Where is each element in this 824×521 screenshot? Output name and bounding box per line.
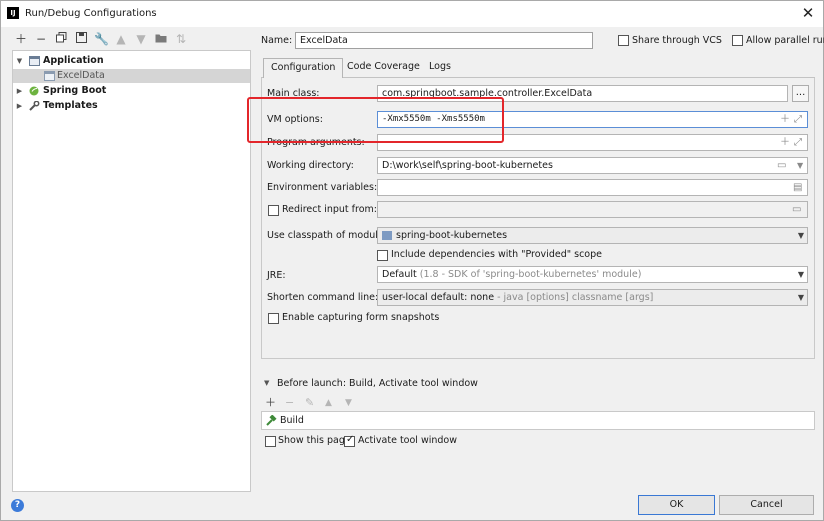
- collapsed-arrow-icon[interactable]: ▶: [15, 99, 24, 113]
- chevron-down-icon: ▼: [797, 270, 804, 279]
- activate-tool-window-label: Activate tool window: [358, 435, 458, 446]
- close-icon[interactable]: ✕: [799, 4, 817, 22]
- add-icon[interactable]: ＋: [780, 112, 790, 127]
- environment-variables-input[interactable]: [377, 179, 808, 196]
- expand-icon[interactable]: ⤢: [794, 112, 802, 127]
- allow-parallel-checkbox[interactable]: [732, 35, 743, 46]
- name-input[interactable]: ExcelData: [295, 32, 593, 49]
- chevron-down-icon[interactable]: ▼: [797, 158, 803, 173]
- capture-snapshots-checkbox[interactable]: [268, 313, 279, 324]
- capture-snapshots-label: Enable capturing form snapshots: [282, 312, 440, 323]
- tree-item-exceldata[interactable]: ExcelData: [13, 69, 250, 83]
- folder-icon[interactable]: [154, 32, 168, 46]
- highlight-box: [247, 97, 504, 143]
- expanded-arrow-icon[interactable]: ▼: [264, 379, 269, 387]
- move-down-icon[interactable]: ▼: [134, 32, 148, 46]
- redirect-input-label: Redirect input from:: [282, 204, 377, 215]
- tree-item-label: ExcelData: [57, 70, 105, 81]
- chevron-down-icon: ▼: [797, 293, 804, 302]
- expand-icon[interactable]: ⤢: [794, 135, 802, 150]
- working-directory-label: Working directory:: [267, 160, 354, 171]
- move-down-icon[interactable]: ▼: [345, 397, 352, 409]
- browse-main-class-button[interactable]: ...: [792, 85, 809, 102]
- tree-item-label: Application: [43, 55, 104, 66]
- jre-label: JRE:: [267, 270, 286, 281]
- classpath-value: spring-boot-kubernetes: [396, 230, 508, 241]
- tree-item-label: Templates: [43, 100, 98, 111]
- environment-variables-label: Environment variables:: [267, 182, 378, 193]
- tab-configuration[interactable]: Configuration: [263, 58, 344, 78]
- jre-value: Default: [382, 269, 417, 280]
- wrench-icon[interactable]: 🔧: [94, 32, 109, 46]
- add-icon[interactable]: ＋: [265, 397, 276, 409]
- shorten-hint: - java [options] classname [args]: [497, 292, 654, 303]
- show-page-checkbox[interactable]: [265, 436, 276, 447]
- cancel-button[interactable]: Cancel: [719, 495, 814, 515]
- sort-icon[interactable]: ⇅: [174, 32, 188, 46]
- tab-code-coverage[interactable]: Code Coverage: [340, 58, 427, 78]
- build-task-label[interactable]: Build: [280, 415, 304, 426]
- configuration-tree: ▼ Application ExcelData ▶ Spring Boot ▶ …: [12, 50, 251, 492]
- include-provided-checkbox[interactable]: [377, 250, 388, 261]
- shorten-command-select[interactable]: user-local default: none - java [options…: [377, 289, 808, 306]
- spring-boot-icon: [29, 86, 40, 96]
- tree-item-application[interactable]: ▼ Application: [13, 54, 250, 68]
- build-hammer-icon: [265, 414, 277, 426]
- jre-hint: (1.8 - SDK of 'spring-boot-kubernetes' m…: [419, 269, 642, 280]
- folder-icon[interactable]: ▭: [777, 158, 786, 173]
- help-icon[interactable]: ?: [11, 499, 24, 512]
- share-vcs-label: Share through VCS: [632, 35, 722, 46]
- add-icon[interactable]: ＋: [780, 135, 790, 150]
- ok-button[interactable]: OK: [638, 495, 715, 515]
- window-title: Run/Debug Configurations: [25, 8, 157, 19]
- tree-item-templates[interactable]: ▶ Templates: [13, 99, 250, 113]
- name-label: Name:: [261, 35, 293, 46]
- redirect-input-field[interactable]: [377, 201, 808, 218]
- shorten-command-label: Shorten command line:: [267, 292, 379, 303]
- edit-icon[interactable]: ✎: [305, 397, 314, 409]
- tree-item-label: Spring Boot: [43, 85, 107, 96]
- before-launch-list: Build: [261, 411, 815, 430]
- move-up-icon[interactable]: ▲: [114, 32, 128, 46]
- module-icon: [382, 231, 392, 240]
- expanded-arrow-icon[interactable]: ▼: [15, 54, 24, 68]
- run-debug-dialog: IJ Run/Debug Configurations ✕ ＋ − 🔧 ▲ ▼ …: [0, 0, 824, 521]
- classpath-label: Use classpath of module:: [267, 230, 387, 241]
- title-bar: IJ Run/Debug Configurations ✕: [1, 1, 823, 27]
- show-page-label: Show this page: [278, 435, 351, 446]
- move-up-icon[interactable]: ▲: [325, 397, 332, 409]
- wrench-icon: [29, 100, 40, 111]
- copy-icon[interactable]: [54, 32, 68, 46]
- intellij-icon: IJ: [7, 7, 19, 19]
- jre-select[interactable]: Default (1.8 - SDK of 'spring-boot-kuber…: [377, 266, 808, 283]
- tab-logs[interactable]: Logs: [422, 58, 458, 78]
- classpath-select[interactable]: spring-boot-kubernetes ▼: [377, 227, 808, 244]
- shorten-value: user-local default: none: [382, 292, 495, 303]
- folder-icon[interactable]: ▭: [792, 202, 801, 217]
- application-icon: [44, 71, 55, 81]
- activate-tool-window-checkbox[interactable]: [344, 434, 355, 447]
- chevron-down-icon: ▼: [797, 231, 804, 240]
- tree-item-spring-boot[interactable]: ▶ Spring Boot: [13, 84, 250, 98]
- application-icon: [29, 56, 40, 66]
- remove-icon[interactable]: −: [285, 397, 294, 409]
- include-provided-label: Include dependencies with "Provided" sco…: [391, 249, 602, 260]
- working-directory-input[interactable]: D:\work\self\spring-boot-kubernetes: [377, 157, 808, 174]
- collapsed-arrow-icon[interactable]: ▶: [15, 84, 24, 98]
- share-vcs-checkbox[interactable]: [618, 35, 629, 46]
- redirect-input-checkbox[interactable]: [268, 205, 279, 216]
- before-launch-label: Before launch: Build, Activate tool wind…: [277, 378, 478, 389]
- allow-parallel-label: Allow parallel run: [746, 35, 824, 46]
- document-icon[interactable]: ▤: [793, 180, 802, 195]
- save-icon[interactable]: [74, 32, 88, 46]
- remove-icon[interactable]: −: [34, 32, 48, 46]
- add-icon[interactable]: ＋: [14, 32, 28, 46]
